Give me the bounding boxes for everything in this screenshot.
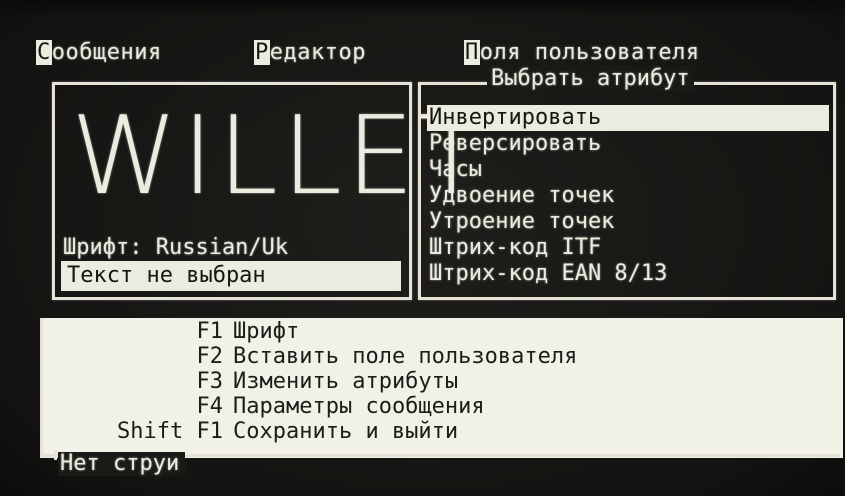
attribute-item-triple-dots[interactable]: Утроение точек bbox=[427, 209, 829, 235]
menu-user-fields-hotkey: П bbox=[464, 40, 480, 65]
help-text: Изменить атрибуты bbox=[233, 369, 459, 394]
help-row-f2[interactable]: F2 Вставить поле пользователя bbox=[43, 345, 823, 369]
help-text: Вставить поле пользователя bbox=[233, 344, 578, 369]
help-row-f3[interactable]: F3 Изменить атрибуты bbox=[43, 370, 823, 394]
attribute-menu-title: Выбрать атрибут bbox=[487, 66, 694, 91]
help-key: F4 bbox=[196, 394, 224, 419]
menu-editor-label: едактор bbox=[269, 40, 366, 65]
help-row-shift-f1[interactable]: Shift F1 Сохранить и выйти bbox=[43, 420, 823, 444]
attribute-item-label: Утроение точек bbox=[429, 209, 615, 234]
help-text: Шрифт bbox=[233, 319, 300, 344]
help-key: F2 bbox=[196, 344, 224, 369]
attribute-item-barcode-ean[interactable]: Штрих-код EAN 8/13 bbox=[427, 261, 829, 287]
menu-messages-hotkey: С bbox=[36, 40, 52, 65]
attribute-item-label: Реверсировать bbox=[429, 131, 602, 156]
font-info: Шрифт: Russian/Uk bbox=[63, 235, 289, 260]
attribute-item-label: Часы bbox=[429, 157, 482, 182]
attribute-item-invert[interactable]: Инвертировать bbox=[427, 105, 829, 131]
status-message: Нет струи bbox=[58, 452, 186, 476]
attribute-item-label: Удвоение точек bbox=[429, 183, 615, 208]
help-row-f1[interactable]: F1 Шрифт bbox=[43, 320, 823, 344]
menu-user-fields[interactable]: Поля пользователя bbox=[464, 40, 700, 65]
status-corner bbox=[54, 450, 57, 460]
attribute-item-label: нвертировать bbox=[442, 105, 602, 130]
help-text: Параметры сообщения bbox=[233, 394, 485, 419]
menu-user-fields-label: оля пользователя bbox=[479, 40, 700, 65]
help-key: F1 bbox=[196, 319, 224, 344]
attribute-item-clock[interactable]: Часы bbox=[427, 157, 829, 183]
attribute-item-reverse[interactable]: Реверсировать bbox=[427, 131, 829, 157]
attribute-item-double-dots[interactable]: Удвоение точек bbox=[427, 183, 829, 209]
screen-bezel bbox=[0, 0, 845, 18]
menu-editor[interactable]: Редактор bbox=[254, 40, 366, 65]
menu-bar: Сообщения Редактор Поля пользователя bbox=[36, 40, 816, 72]
function-key-help-panel: F1 Шрифт F2 Вставить поле пользователя F… bbox=[40, 318, 843, 458]
attribute-item-label: Штрих-код ITF bbox=[429, 235, 602, 260]
help-text: Сохранить и выйти bbox=[233, 419, 459, 444]
terminal-screen: Сообщения Редактор Поля пользователя WIL… bbox=[0, 0, 845, 496]
attribute-menu: Выбрать атрибут Инвертировать Реверсиров… bbox=[418, 66, 836, 300]
attribute-item-label: Штрих-код EAN 8/13 bbox=[429, 261, 668, 286]
help-key: Shift F1 bbox=[117, 419, 223, 444]
menu-messages[interactable]: Сообщения bbox=[36, 40, 162, 65]
help-key: F3 bbox=[196, 369, 224, 394]
attribute-item-hotkey: И bbox=[429, 105, 443, 130]
text-status-bar: Текст не выбран bbox=[61, 261, 401, 291]
message-preview-panel: WILLET Шрифт: Russian/Uk Текст не выбран bbox=[52, 82, 484, 300]
menu-editor-hotkey: Р bbox=[254, 40, 270, 65]
help-row-f4[interactable]: F4 Параметры сообщения bbox=[43, 395, 823, 419]
attribute-item-barcode-itf[interactable]: Штрих-код ITF bbox=[427, 235, 829, 261]
menu-messages-label: ообщения bbox=[51, 40, 162, 65]
